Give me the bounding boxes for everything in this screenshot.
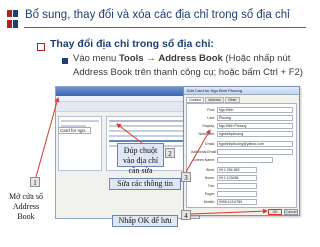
callout-double-click: Đúp chuột vào địa chỉ cần sửa	[117, 143, 164, 175]
arrow-4-icon	[190, 208, 268, 215]
callout-click-ok: Nhấp OK để lưu	[112, 215, 178, 227]
callout-edit-info: Sửa các thông tin	[109, 178, 181, 190]
step-badge-4: 4	[181, 210, 191, 220]
step-badge-1: 1	[30, 177, 40, 187]
callout-open-address-book: Mở cửa sổ Address Book	[9, 192, 43, 221]
arrow-3-icon	[185, 129, 211, 173]
step-badge-3: 3	[181, 172, 191, 182]
step-badge-2: 2	[165, 148, 175, 158]
arrow-1-icon	[35, 97, 60, 178]
annotation-arrows	[35, 97, 268, 215]
arrow-2-icon	[116, 123, 143, 144]
